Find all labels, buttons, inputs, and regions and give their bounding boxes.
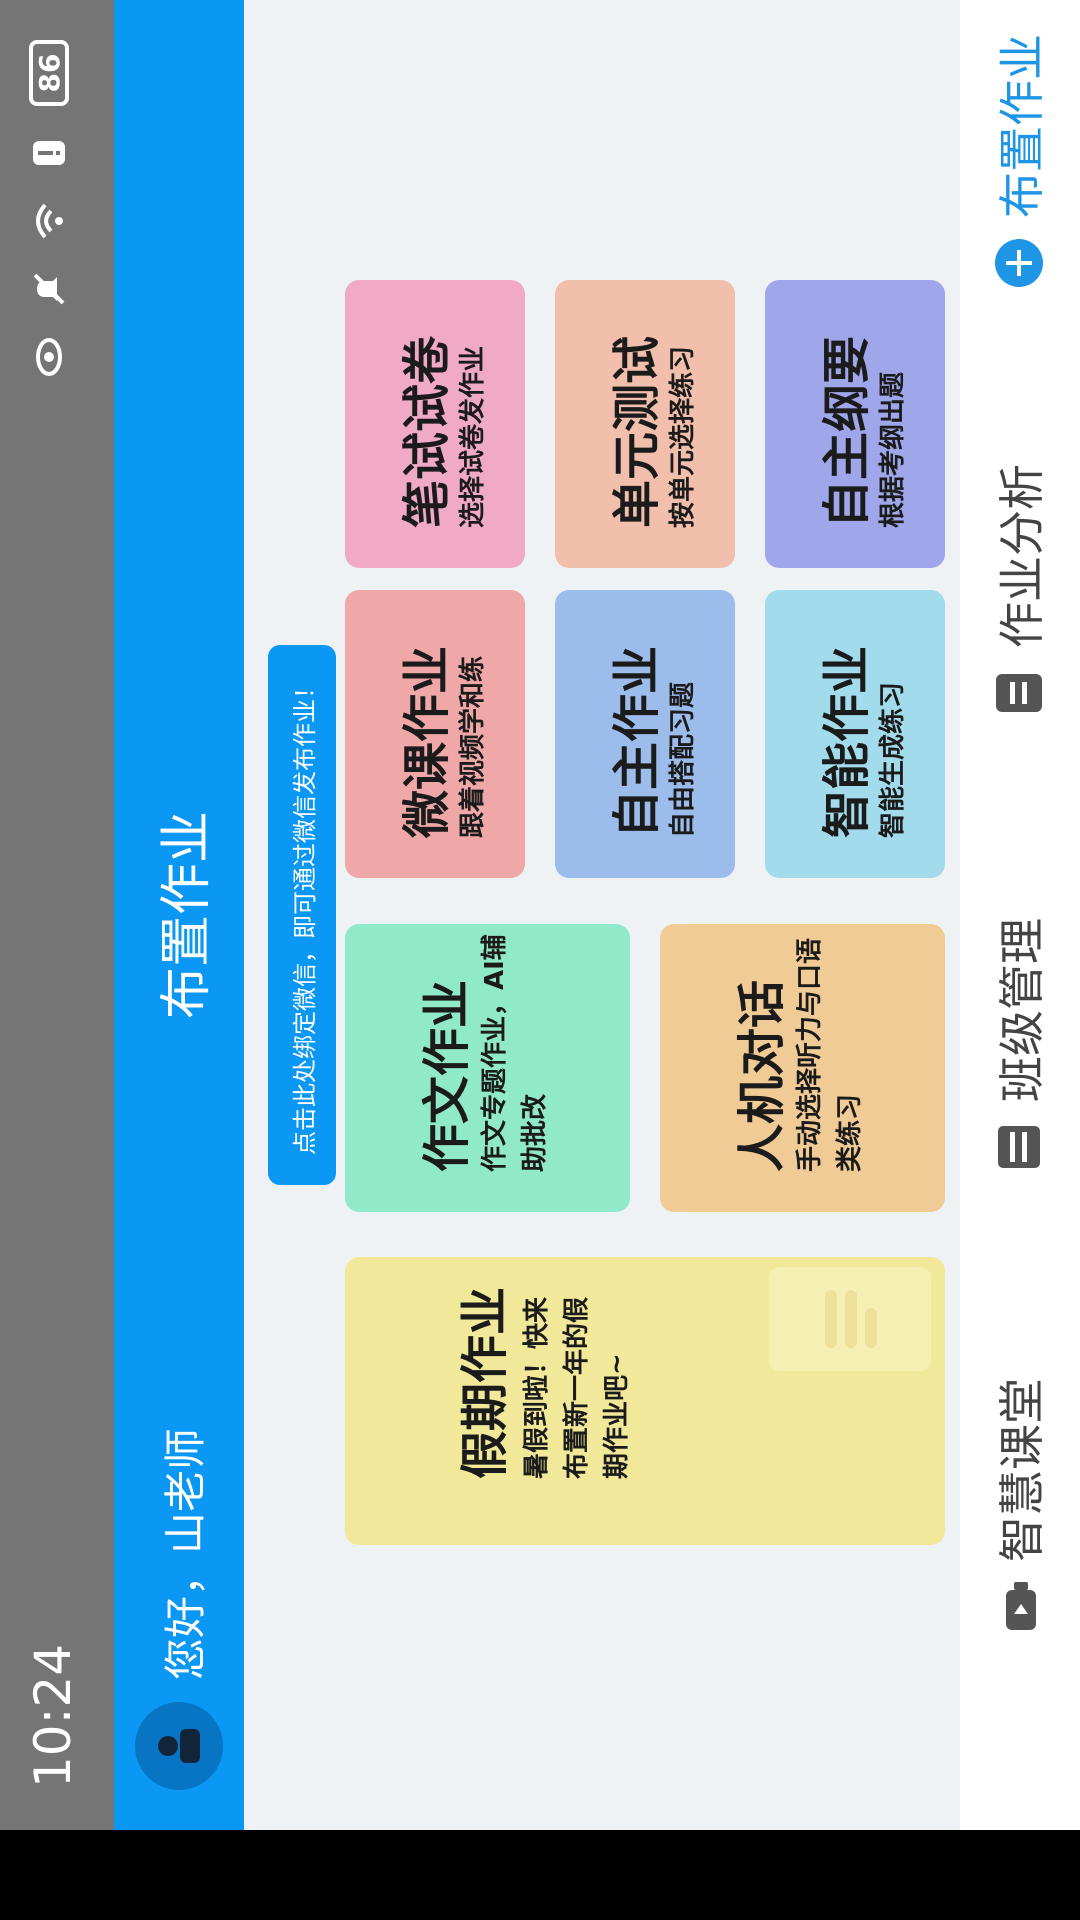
card-desc: 作文专题作业，AI辅助批改: [480, 934, 550, 1172]
nav-label: 布置作业: [995, 34, 1049, 218]
list-icon: [769, 1267, 931, 1371]
card-title: 微课作业: [399, 645, 455, 838]
nav-item-smart-class[interactable]: 智慧课堂: [984, 1378, 1054, 1634]
eye-icon: [28, 336, 70, 378]
battery-icon: 86: [29, 40, 69, 106]
card-title: 假期作业: [457, 1286, 513, 1479]
nav-label: 班级管理: [995, 918, 1049, 1102]
card-desc: 跟着视频学和练: [458, 655, 488, 838]
card-desc: 根据考纲出题: [878, 371, 908, 528]
nav-item-assign-homework[interactable]: 布置作业: [984, 34, 1054, 290]
card-desc: 智能生成练习: [878, 681, 908, 838]
card-desc: 手动选择听力与口语类练习: [795, 937, 865, 1172]
status-icons: 86: [28, 40, 70, 378]
plus-circle-icon: [992, 236, 1046, 290]
card-desc: 自由搭配习题: [668, 681, 698, 838]
card-dialogue[interactable]: 人机对话 手动选择听力与口语类练习: [660, 924, 945, 1212]
nav-item-class-management[interactable]: 班级管理: [984, 918, 1054, 1174]
card-title: 单元测试: [609, 335, 665, 528]
card-custom[interactable]: 自主作业 自由搭配习题: [555, 590, 735, 878]
card-holiday[interactable]: 假期作业 暑假到啦！快来布置新一年的假期作业吧~: [345, 1257, 945, 1545]
bottom-nav: 智慧课堂 班级管理 作业分析 布置作业: [960, 0, 1080, 1830]
card-desc: 按单元选择练习: [668, 345, 698, 528]
nav-label: 作业分析: [995, 464, 1049, 648]
card-essay[interactable]: 作文作业 作文专题作业，AI辅助批改: [345, 924, 630, 1212]
camera-icon: [992, 1580, 1046, 1634]
card-desc: 暑假到啦！快来布置新一年的假期作业吧~: [522, 1296, 632, 1479]
nav-label: 智慧课堂: [995, 1378, 1049, 1562]
page-title: 布置作业: [157, 811, 217, 1020]
card-title: 智能作业: [819, 645, 875, 838]
card-title: 笔试试卷: [399, 335, 455, 528]
class-icon: [992, 1120, 1046, 1174]
card-title: 自主作业: [609, 645, 665, 838]
card-outline[interactable]: 自主纲要 根据考纲出题: [765, 280, 945, 568]
wifi-icon: [28, 200, 70, 242]
card-title: 作文作业: [419, 979, 475, 1172]
card-title: 自主纲要: [819, 335, 875, 528]
bind-wechat-button[interactable]: 点击此处绑定微信，即可通过微信发布作业！: [268, 645, 336, 1185]
card-smart[interactable]: 智能作业 智能生成练习: [765, 590, 945, 878]
mute-icon: [28, 268, 70, 310]
status-time: 10:24: [24, 1643, 82, 1788]
status-bar: 10:24 86: [0, 0, 114, 1830]
alert-icon: [28, 132, 70, 174]
card-desc: 选择试卷发作业: [458, 345, 488, 528]
report-icon: [992, 666, 1046, 720]
card-paper[interactable]: 笔试试卷 选择试卷发作业: [345, 280, 525, 568]
card-unit[interactable]: 单元测试 按单元选择练习: [555, 280, 735, 568]
header-bar: 您好，山老师 布置作业: [114, 0, 244, 1830]
card-microclass[interactable]: 微课作业 跟着视频学和练: [345, 590, 525, 878]
nav-item-homework-analysis[interactable]: 作业分析: [984, 464, 1054, 720]
battery-level: 86: [32, 53, 66, 93]
app-surface: 10:24 86 您好，山老师 布置作业 点击此处绑定微信，即可通过微信发布作业…: [0, 0, 1080, 1830]
card-title: 人机对话: [734, 979, 790, 1172]
